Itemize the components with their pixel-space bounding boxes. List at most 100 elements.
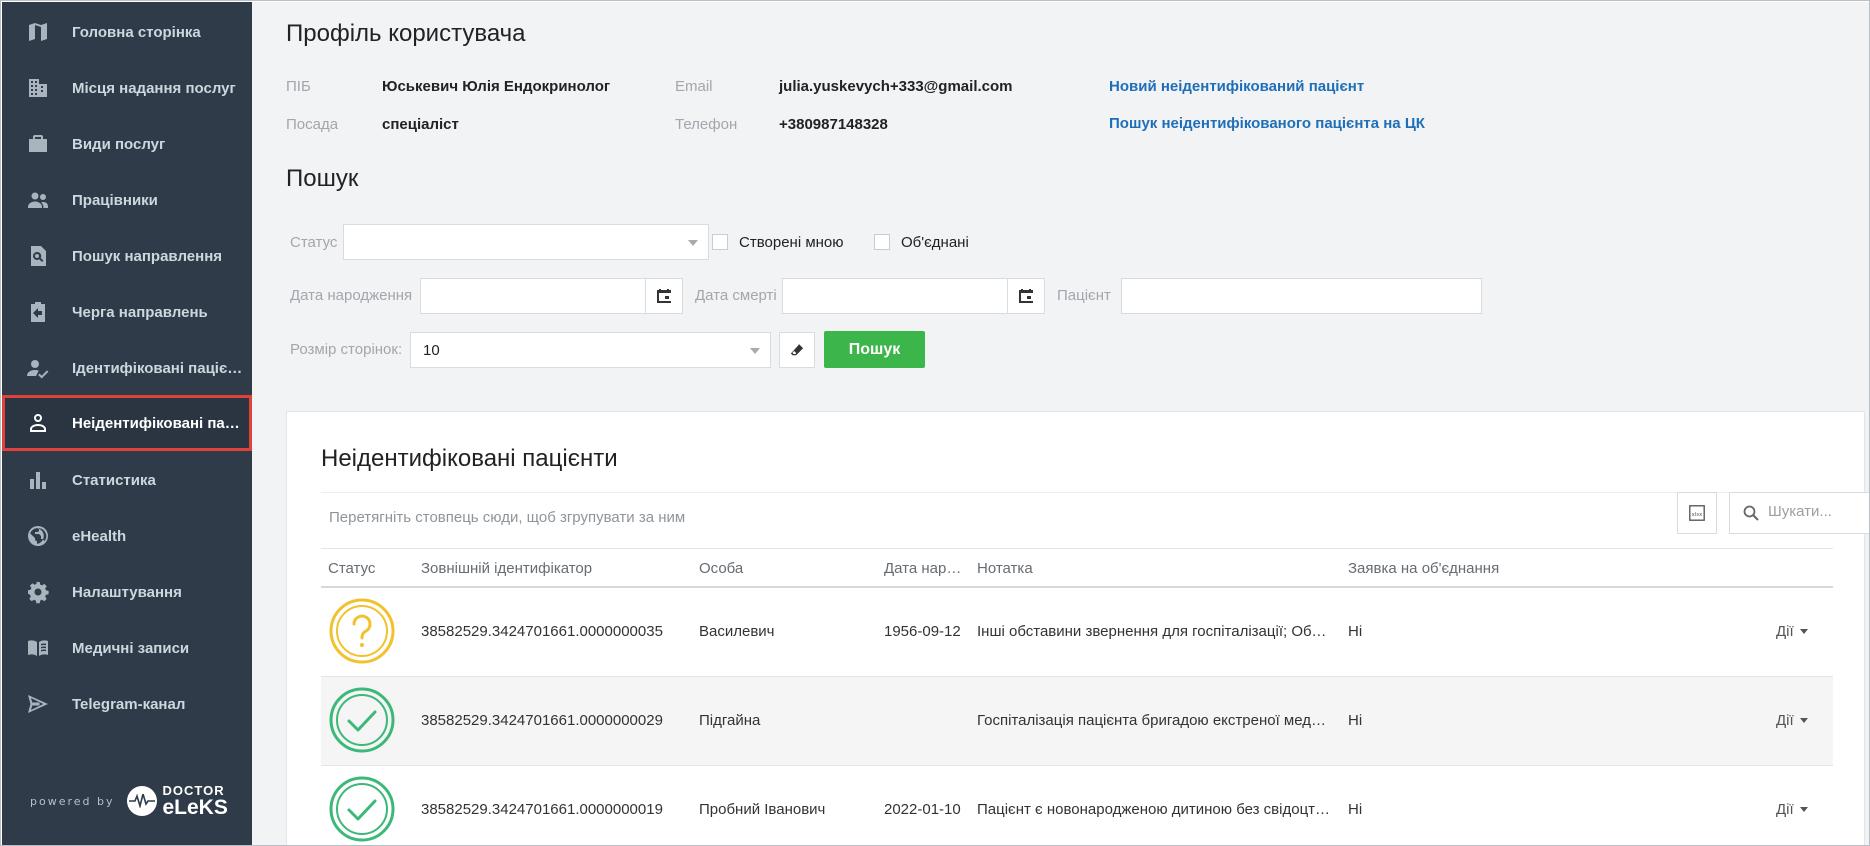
column-header-external-id[interactable]: Зовнішній ідентифікатор (421, 560, 681, 577)
note-cell: Госпіталізація пацієнта бригадою екстрен… (977, 712, 1332, 729)
sidebar-item-label: Telegram-канал (72, 695, 186, 713)
svg-text:xlsx: xlsx (1692, 512, 1703, 518)
sidebar-item-label: eHealth (72, 527, 127, 545)
bar-chart-icon (25, 467, 51, 493)
person-outline-icon (25, 410, 51, 436)
status-label: Статус (290, 234, 338, 251)
page-size-value: 10 (423, 342, 440, 359)
patient-label: Пацієнт (1057, 287, 1111, 304)
created-by-me-label: Створені мною (739, 234, 844, 251)
calendar-icon (657, 289, 671, 303)
sidebar-item-ehealth[interactable]: eHealth (2, 508, 252, 564)
person-cell: Василевич (699, 623, 775, 640)
main-content: Профіль користувача ПІБ Юськевич Юлія Ен… (252, 2, 1869, 845)
merged-label: Об'єднані (901, 234, 969, 251)
row-actions-label: Дії (1776, 801, 1794, 818)
sidebar-item-places[interactable]: Місця надання послуг (2, 60, 252, 116)
birth-date-input[interactable] (420, 278, 647, 314)
created-by-me-checkbox[interactable] (712, 234, 728, 250)
sidebar-item-label: Головна сторінка (72, 23, 201, 41)
person-check-icon (25, 355, 51, 381)
sidebar-item-referral-search[interactable]: Пошук направлення (2, 228, 252, 284)
column-header-person[interactable]: Особа (699, 560, 869, 577)
column-header-merge-request[interactable]: Заявка на об'єднання (1348, 560, 1548, 577)
search-title: Пошук (286, 165, 359, 192)
sidebar-item-label: Налаштування (72, 583, 182, 601)
group-by-drop-zone[interactable]: Перетягніть стовпець сюди, щоб згрупуват… (321, 492, 1833, 544)
column-header-birth-date[interactable]: Дата народження (884, 560, 964, 577)
merge-request-cell: Ні (1348, 801, 1363, 818)
sidebar: Головна сторінка Місця надання послуг Ви… (2, 2, 252, 845)
page-size-label: Розмір сторінок: (290, 341, 403, 358)
table-header: Статус Зовнішній ідентифікатор Особа Дат… (321, 548, 1833, 588)
clipboard-arrow-icon (25, 299, 51, 325)
merge-request-cell: Ні (1348, 623, 1363, 640)
external-id-cell: 38582529.3424701661.0000000035 (421, 623, 663, 640)
row-actions-label: Дії (1776, 712, 1794, 729)
doctor-eleks-brand: DOCTOR eLeKS (162, 783, 228, 819)
sidebar-item-settings[interactable]: Налаштування (2, 564, 252, 620)
page-size-select[interactable]: 10 (410, 332, 771, 368)
birth-date-cell: 1956-09-12 (884, 623, 961, 640)
sidebar-item-unidentified-patients[interactable]: Неідентифіковані пацієнти (2, 395, 252, 451)
row-actions-dropdown[interactable]: Дії (1776, 712, 1808, 729)
check-status-icon (329, 776, 395, 842)
row-actions-dropdown[interactable]: Дії (1776, 801, 1808, 818)
birth-date-calendar-button[interactable] (645, 278, 683, 314)
check-status-icon (329, 687, 395, 753)
search-document-icon (25, 243, 51, 269)
row-actions-dropdown[interactable]: Дії (1776, 623, 1808, 640)
pib-value: Юськевич Юлія Ендокринолог (382, 78, 611, 95)
powered-by-text: powered by (30, 794, 115, 808)
phone-value: +380987148328 (779, 116, 888, 133)
sidebar-item-label: Черга направлень (72, 303, 208, 321)
sidebar-item-medical-records[interactable]: Медичні записи (2, 620, 252, 676)
death-date-calendar-button[interactable] (1007, 278, 1045, 314)
send-icon (25, 691, 51, 717)
table-row[interactable]: 38582529.3424701661.0000000035 Василевич… (321, 588, 1833, 677)
export-excel-button[interactable]: xlsx (1677, 492, 1717, 534)
sidebar-item-label: Ідентифіковані пацієнти (72, 359, 248, 377)
search-unidentified-patient-link[interactable]: Пошук неідентифікованого пацієнта на ЦК (1109, 115, 1425, 132)
briefcase-icon (25, 131, 51, 157)
search-icon (1743, 505, 1759, 521)
note-cell: Інші обставини звернення для госпіталіза… (977, 623, 1332, 640)
unidentified-patients-panel: Неідентифіковані пацієнти Перетягніть ст… (286, 411, 1869, 845)
status-select[interactable] (343, 224, 709, 260)
person-cell: Пробний Іванович (699, 801, 826, 818)
sidebar-item-identified-patients[interactable]: Ідентифіковані пацієнти (2, 340, 252, 396)
doctor-eleks-logo (126, 786, 157, 816)
search-button[interactable]: Пошук (824, 331, 925, 368)
sidebar-item-referral-queue[interactable]: Черга направлень (2, 284, 252, 340)
new-unidentified-patient-link[interactable]: Новий неідентифікований пацієнт (1109, 78, 1364, 95)
sidebar-item-label: Неідентифіковані пацієнти (72, 414, 248, 432)
question-status-icon (329, 598, 395, 664)
merged-checkbox[interactable] (874, 234, 890, 250)
excel-export-icon: xlsx (1689, 505, 1705, 521)
column-header-status[interactable]: Статус (328, 560, 408, 577)
sidebar-item-telegram[interactable]: Telegram-канал (2, 676, 252, 732)
table-search[interactable] (1729, 492, 1869, 534)
row-actions-label: Дії (1776, 623, 1794, 640)
people-icon (25, 187, 51, 213)
birth-date-label: Дата народження (290, 287, 413, 304)
sidebar-item-label: Види послуг (72, 135, 166, 153)
email-label: Email (675, 78, 713, 95)
sidebar-item-services[interactable]: Види послуг (2, 116, 252, 172)
merge-request-cell: Ні (1348, 712, 1363, 729)
death-date-input[interactable] (782, 278, 1009, 314)
sidebar-item-home[interactable]: Головна сторінка (2, 4, 252, 60)
sidebar-item-statistics[interactable]: Статистика (2, 452, 252, 508)
table-search-input[interactable] (1768, 503, 1869, 520)
clear-filters-button[interactable] (779, 332, 815, 368)
email-value: julia.yuskevych+333@gmail.com (779, 78, 1013, 95)
sidebar-item-employees[interactable]: Працівники (2, 172, 252, 228)
chevron-down-icon (688, 240, 698, 246)
eraser-icon (790, 343, 804, 356)
patient-input[interactable] (1121, 278, 1482, 314)
gear-icon (25, 579, 51, 605)
column-header-note[interactable]: Нотатка (977, 560, 1337, 577)
table-row[interactable]: 38582529.3424701661.0000000019 Пробний І… (321, 766, 1833, 845)
table-row[interactable]: 38582529.3424701661.0000000029 Підгайна … (321, 677, 1833, 766)
person-cell: Підгайна (699, 712, 761, 729)
